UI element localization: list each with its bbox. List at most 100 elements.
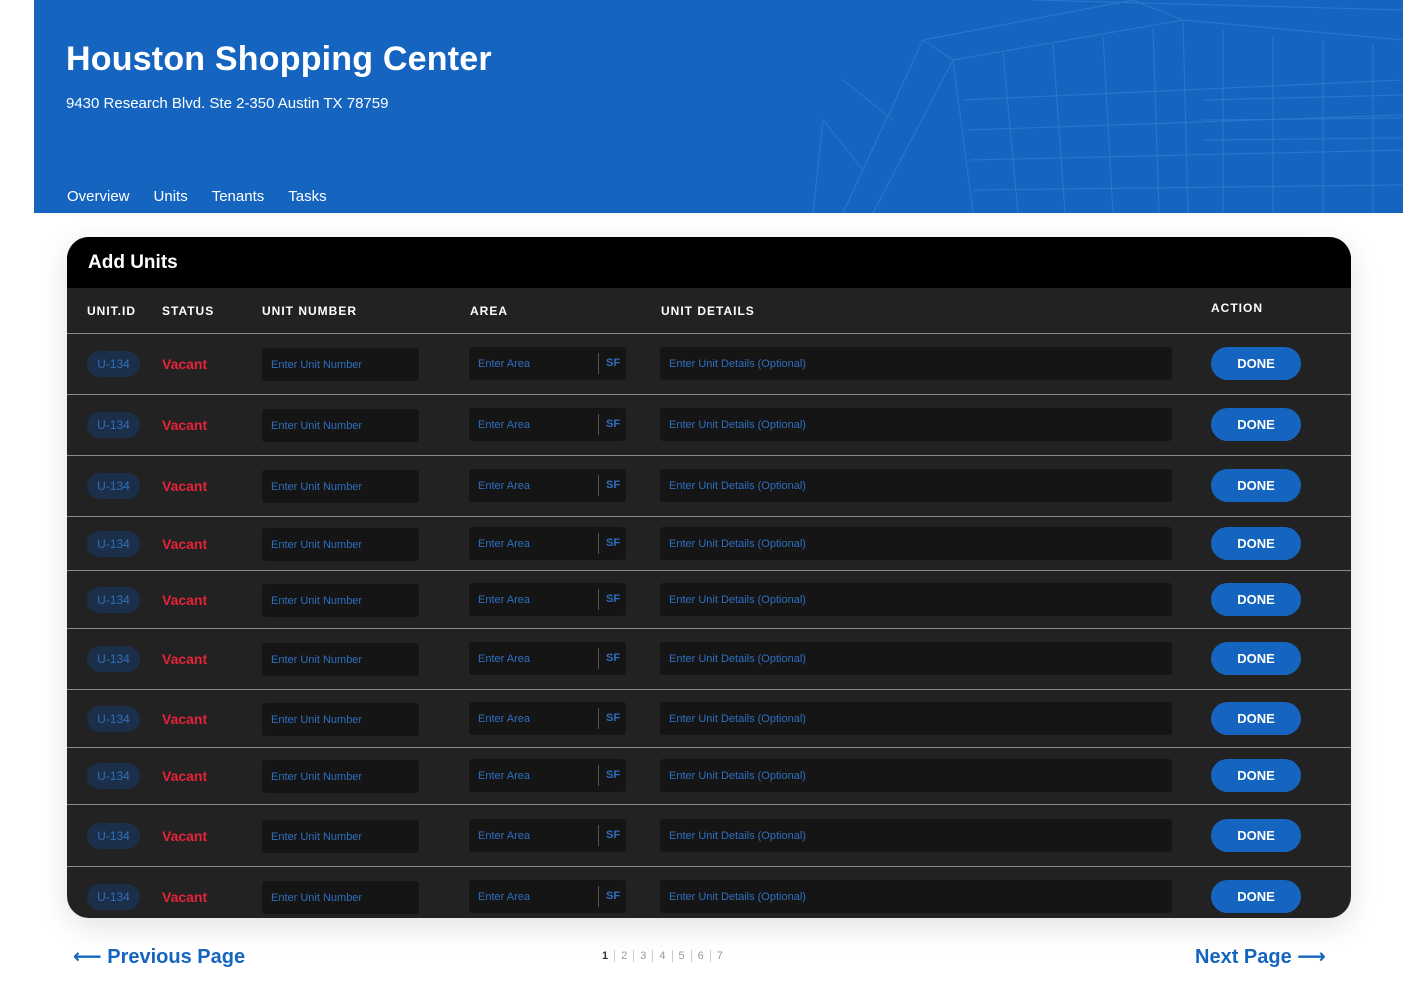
unit-details-input[interactable] [660, 880, 1172, 913]
page-number-1[interactable]: 1 [596, 950, 614, 962]
area-input[interactable] [469, 702, 597, 735]
unit-id-badge: U-134 [87, 706, 140, 732]
area-input[interactable] [469, 880, 597, 913]
unit-number-input[interactable] [262, 643, 419, 676]
area-input[interactable] [469, 642, 597, 675]
column-header-unit-number: UNIT NUMBER [262, 304, 357, 318]
column-header-area: AREA [470, 304, 509, 318]
table-row: U-134 Vacant SF DONE [67, 334, 1351, 395]
area-divider [598, 353, 599, 374]
unit-id-badge: U-134 [87, 763, 140, 789]
add-units-card: Add Units UNIT.ID STATUS UNIT NUMBER ARE… [67, 237, 1351, 918]
status-label: Vacant [162, 828, 208, 844]
page-number-7[interactable]: 7 [709, 950, 729, 962]
unit-number-input[interactable] [262, 760, 419, 793]
tab-overview[interactable]: Overview [67, 188, 130, 213]
area-unit-label: SF [606, 652, 621, 664]
table-row: U-134 Vacant SF DONE [67, 748, 1351, 805]
unit-details-input[interactable] [660, 527, 1172, 560]
done-button[interactable]: DONE [1211, 819, 1301, 852]
column-header-action: ACTION [1211, 301, 1263, 315]
page-title: Houston Shopping Center [66, 40, 492, 78]
page-number-list: 1 2 3 4 5 6 7 [596, 950, 729, 962]
area-input[interactable] [469, 527, 597, 560]
unit-id-badge: U-134 [87, 646, 140, 672]
unit-number-input[interactable] [262, 470, 419, 503]
page-number-5[interactable]: 5 [671, 950, 691, 962]
unit-number-input[interactable] [262, 409, 419, 442]
area-field: SF [469, 527, 626, 560]
page-number-2[interactable]: 2 [614, 950, 633, 962]
unit-id-badge: U-134 [87, 587, 140, 613]
tab-units[interactable]: Units [154, 188, 188, 213]
unit-number-input[interactable] [262, 820, 419, 853]
units-table-body: U-134 Vacant SF DONE U-134 Vacant SF DONE U-134 V… [67, 334, 1351, 918]
area-input[interactable] [469, 469, 597, 502]
area-input[interactable] [469, 408, 597, 441]
area-divider [598, 475, 599, 496]
pagination: ⟵ Previous Page 1 2 3 4 5 6 7 Next Page … [0, 938, 1403, 978]
done-button[interactable]: DONE [1211, 702, 1301, 735]
table-row: U-134 Vacant SF DONE [67, 517, 1351, 571]
unit-details-input[interactable] [660, 759, 1172, 792]
unit-details-input[interactable] [660, 469, 1172, 502]
card-header: Add Units [67, 237, 1351, 288]
unit-details-input[interactable] [660, 347, 1172, 380]
status-label: Vacant [162, 536, 208, 552]
done-button[interactable]: DONE [1211, 642, 1301, 675]
done-button[interactable]: DONE [1211, 408, 1301, 441]
area-divider [598, 589, 599, 610]
status-label: Vacant [162, 356, 208, 372]
page-number-3[interactable]: 3 [633, 950, 652, 962]
done-button[interactable]: DONE [1211, 880, 1301, 913]
done-button[interactable]: DONE [1211, 583, 1301, 616]
done-button[interactable]: DONE [1211, 527, 1301, 560]
page-number-6[interactable]: 6 [690, 950, 710, 962]
area-field: SF [469, 819, 626, 852]
done-button[interactable]: DONE [1211, 469, 1301, 502]
area-input[interactable] [469, 347, 597, 380]
tab-tasks[interactable]: Tasks [288, 188, 326, 213]
status-label: Vacant [162, 768, 208, 784]
unit-details-input[interactable] [660, 642, 1172, 675]
unit-details-input[interactable] [660, 702, 1172, 735]
area-unit-label: SF [606, 537, 621, 549]
unit-id-badge: U-134 [87, 884, 140, 910]
area-input[interactable] [469, 819, 597, 852]
unit-number-input[interactable] [262, 584, 419, 617]
unit-number-input[interactable] [262, 703, 419, 736]
tab-tenants[interactable]: Tenants [212, 188, 265, 213]
area-unit-label: SF [606, 593, 621, 605]
status-label: Vacant [162, 711, 208, 727]
table-row: U-134 Vacant SF DONE [67, 867, 1351, 918]
area-field: SF [469, 583, 626, 616]
area-field: SF [469, 702, 626, 735]
area-input[interactable] [469, 759, 597, 792]
area-unit-label: SF [606, 418, 621, 430]
area-divider [598, 414, 599, 435]
unit-number-input[interactable] [262, 348, 419, 381]
table-row: U-134 Vacant SF DONE [67, 571, 1351, 629]
unit-details-input[interactable] [660, 583, 1172, 616]
status-label: Vacant [162, 478, 208, 494]
done-button[interactable]: DONE [1211, 347, 1301, 380]
area-field: SF [469, 347, 626, 380]
unit-number-input[interactable] [262, 881, 419, 914]
page-number-4[interactable]: 4 [652, 950, 671, 962]
area-unit-label: SF [606, 712, 621, 724]
unit-details-input[interactable] [660, 819, 1172, 852]
building-sketch-illustration [812, 0, 1403, 213]
unit-details-input[interactable] [660, 408, 1172, 441]
area-unit-label: SF [606, 890, 621, 902]
done-button[interactable]: DONE [1211, 759, 1301, 792]
status-label: Vacant [162, 417, 208, 433]
unit-number-input[interactable] [262, 528, 419, 561]
unit-id-badge: U-134 [87, 531, 140, 557]
next-page-link[interactable]: Next Page ⟶ [1195, 944, 1326, 969]
previous-page-link[interactable]: ⟵ Previous Page [73, 944, 245, 969]
unit-id-badge: U-134 [87, 823, 140, 849]
table-row: U-134 Vacant SF DONE [67, 805, 1351, 867]
area-input[interactable] [469, 583, 597, 616]
area-unit-label: SF [606, 769, 621, 781]
area-divider [598, 825, 599, 846]
